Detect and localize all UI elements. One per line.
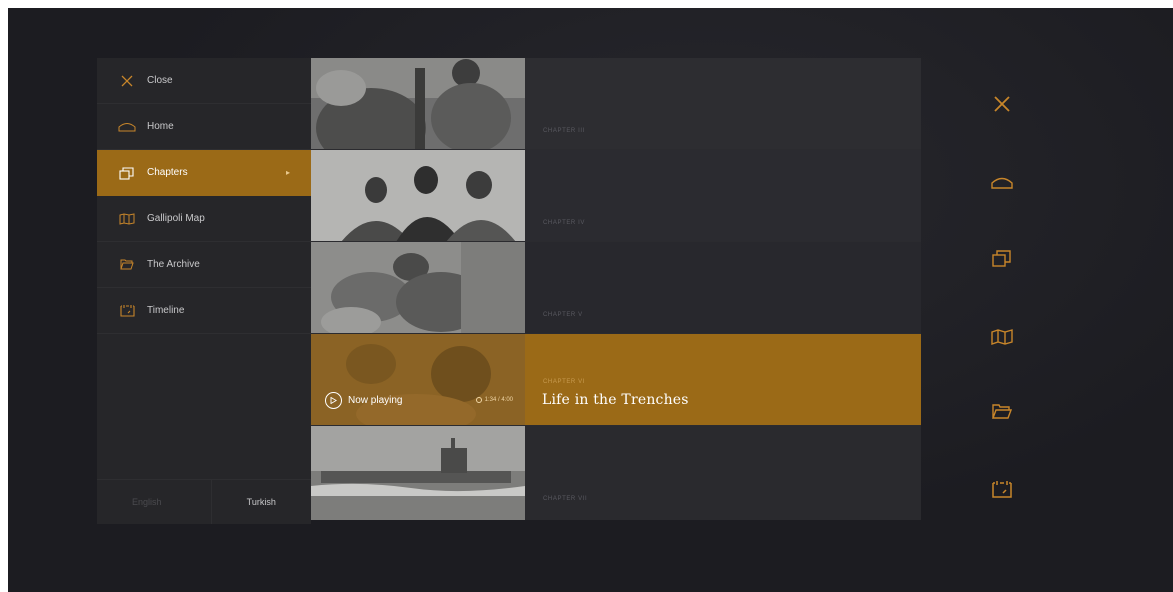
icon-rail — [983, 8, 1023, 592]
chapter-label: CHAPTER IV — [543, 220, 586, 226]
menu-item-label: The Archive — [147, 259, 200, 270]
play-icon — [325, 392, 342, 409]
home-icon — [118, 120, 136, 134]
chapter-info: CHAPTER III — [525, 58, 921, 149]
timeline-icon — [118, 304, 136, 318]
menu-item-close[interactable]: Close — [97, 58, 311, 104]
menu-item-home[interactable]: Home — [97, 104, 311, 150]
chapter-thumbnail — [311, 242, 525, 333]
chapter-title: Life in the Trenches — [542, 392, 689, 408]
app-background: Close Home Chapters ▸ Gallipoli Map The … — [8, 8, 1173, 592]
chapter-row-active[interactable]: Now playing 1:34 / 4:00 CHAPTER VI Life … — [311, 334, 921, 426]
navigation-overlay: Close Home Chapters ▸ Gallipoli Map The … — [97, 58, 921, 524]
chapter-row[interactable]: CHAPTER IV — [311, 150, 921, 242]
chapter-label: CHAPTER III — [543, 128, 585, 134]
language-turkish-button[interactable]: Turkish — [210, 480, 312, 524]
chapter-label: CHAPTER VII — [543, 496, 588, 502]
chapter-info: CHAPTER VII — [525, 426, 921, 520]
home-icon[interactable] — [989, 171, 1015, 193]
menu-item-label: Gallipoli Map — [147, 213, 205, 224]
map-icon[interactable] — [989, 326, 1015, 348]
chapter-label: CHAPTER V — [543, 312, 583, 318]
chapters-list: CHAPTER III CHAPTER IV CHAPTER V Now pla… — [311, 58, 921, 524]
chapters-icon[interactable] — [989, 247, 1015, 269]
map-icon — [118, 212, 136, 226]
menu-item-label: Timeline — [147, 305, 185, 316]
language-english-button[interactable]: English — [97, 480, 211, 524]
chapter-row[interactable]: CHAPTER III — [311, 58, 921, 150]
chapter-row[interactable]: CHAPTER VII — [311, 426, 921, 520]
chapter-row[interactable]: CHAPTER V — [311, 242, 921, 334]
menu-item-gallipoli-map[interactable]: Gallipoli Map — [97, 196, 311, 242]
folder-icon — [118, 258, 136, 272]
chapter-label: CHAPTER VI — [543, 379, 586, 385]
now-playing-label: Now playing — [348, 395, 403, 406]
duration-text: 1:34 / 4:00 — [484, 397, 513, 403]
chapter-info: CHAPTER IV — [525, 150, 921, 241]
menu-item-label: Close — [147, 75, 173, 86]
sidebar-menu: Close Home Chapters ▸ Gallipoli Map The … — [97, 58, 311, 524]
chapter-thumbnail — [311, 58, 525, 149]
chapter-thumbnail — [311, 426, 525, 520]
menu-item-label: Home — [147, 121, 174, 132]
chapters-icon — [118, 166, 136, 180]
duration: 1:34 / 4:00 — [475, 397, 513, 403]
close-icon[interactable] — [989, 93, 1015, 115]
close-icon — [118, 74, 136, 88]
folder-icon[interactable] — [989, 401, 1015, 423]
menu-item-label: Chapters — [147, 167, 188, 178]
chapter-thumbnail: Now playing 1:34 / 4:00 — [311, 334, 525, 425]
menu-item-timeline[interactable]: Timeline — [97, 288, 311, 334]
language-switcher: English Turkish — [97, 479, 311, 524]
chevron-right-icon: ▸ — [285, 168, 290, 177]
chapter-info: CHAPTER V — [525, 242, 921, 333]
menu-item-the-archive[interactable]: The Archive — [97, 242, 311, 288]
chapter-info: CHAPTER VI Life in the Trenches — [525, 334, 921, 425]
clock-icon — [475, 397, 482, 403]
menu-item-chapters[interactable]: Chapters ▸ — [97, 150, 311, 196]
chapter-thumbnail — [311, 150, 525, 241]
timeline-icon[interactable] — [989, 478, 1015, 500]
now-playing[interactable]: Now playing — [325, 392, 402, 409]
